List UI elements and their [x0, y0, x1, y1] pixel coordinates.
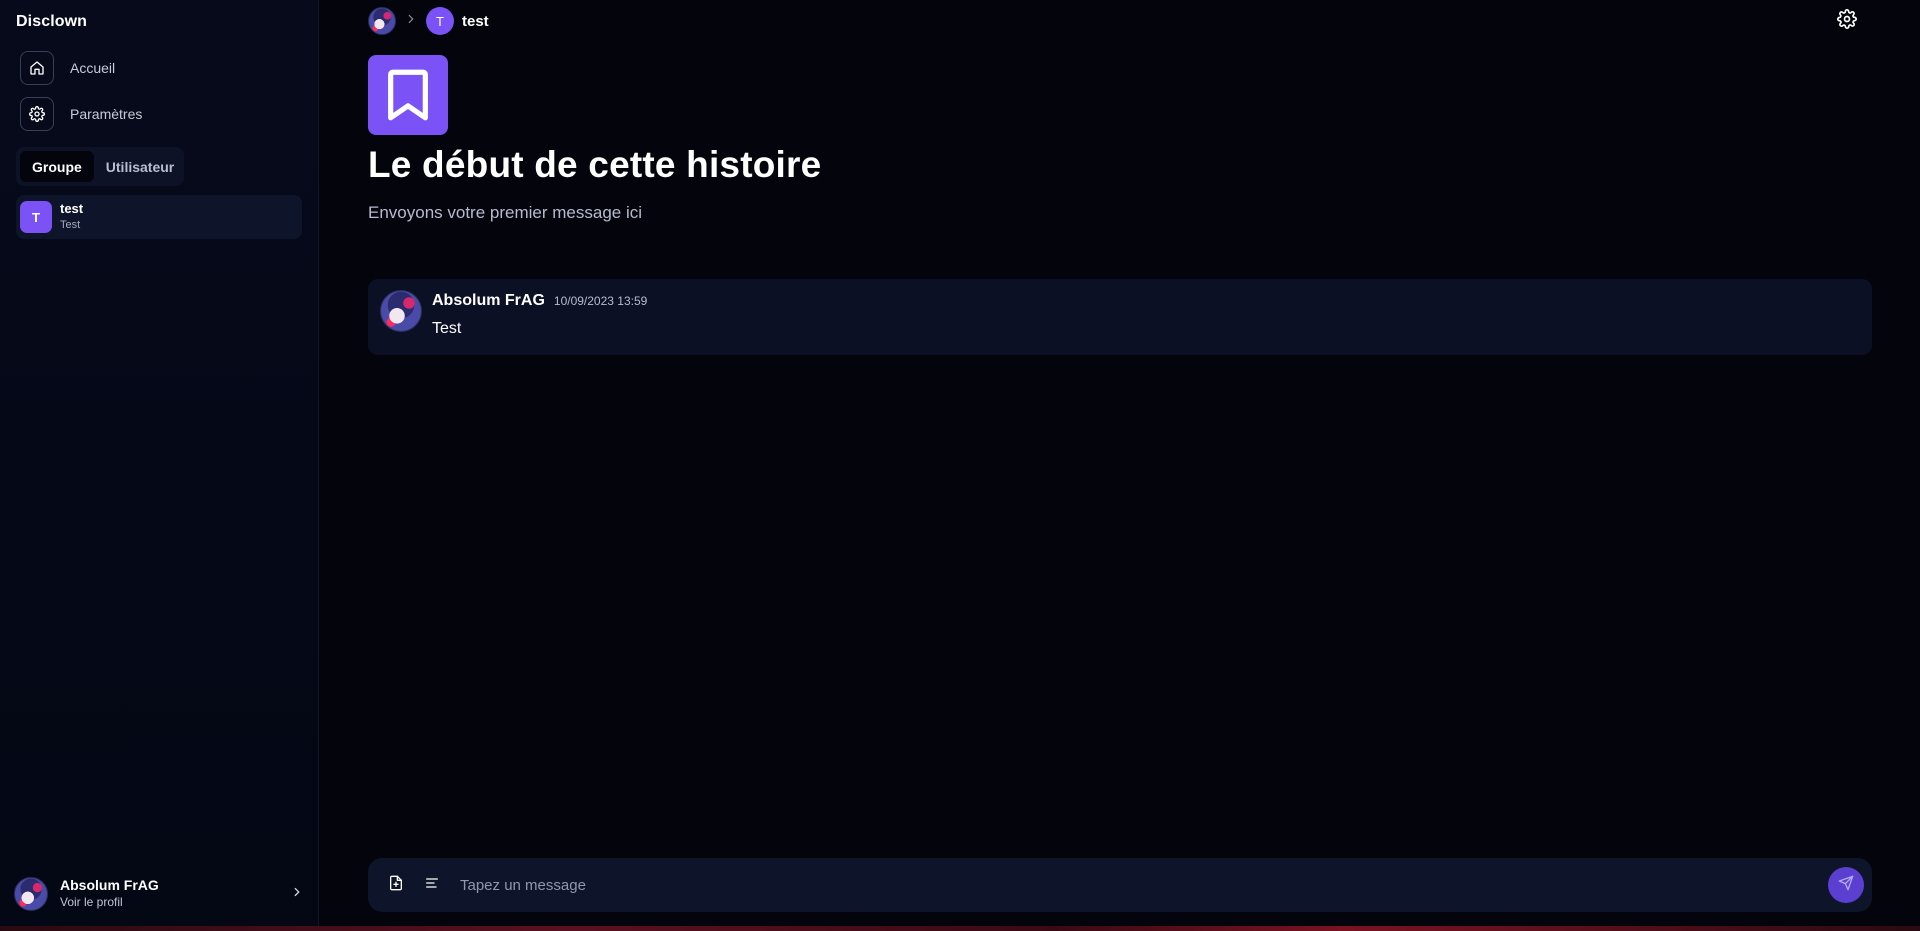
message-text: Test — [432, 320, 462, 337]
conversation-item-test[interactable]: T test Test — [16, 195, 302, 239]
send-button[interactable] — [1828, 867, 1864, 903]
sidebar-item-label: Paramètres — [70, 106, 143, 122]
message-header: Absolum FrAG 10/09/2023 13:59 — [432, 292, 647, 310]
app-root: Disclown Accueil Paramètres Groupe Utili… — [0, 0, 1920, 931]
message-author[interactable]: Absolum FrAG — [432, 292, 545, 310]
message-composer — [368, 858, 1872, 912]
conversation-subtitle: Test — [60, 219, 81, 231]
profile-name: Absolum FrAG — [60, 877, 159, 893]
format-text-button[interactable] — [418, 871, 446, 899]
profile-link[interactable]: Absolum FrAG Voir le profil — [14, 876, 304, 912]
sidebar-item-home[interactable]: Accueil — [20, 51, 115, 85]
message-item: Absolum FrAG 10/09/2023 13:59 Test — [368, 279, 1872, 355]
sidebar-item-settings[interactable]: Paramètres — [20, 97, 142, 131]
file-plus-icon — [388, 875, 404, 896]
sidebar-item-label: Accueil — [70, 60, 116, 76]
page-title: Le début de cette histoire — [368, 144, 822, 185]
message-timestamp: 10/09/2023 13:59 — [553, 294, 648, 308]
conversation-name: test — [60, 201, 84, 216]
tab-groupe[interactable]: Groupe — [20, 151, 94, 182]
breadcrumb: T test — [368, 7, 489, 35]
message-input[interactable] — [458, 875, 1828, 895]
chevron-right-icon — [290, 885, 304, 904]
gear-icon — [1837, 9, 1857, 33]
breadcrumb-avatar[interactable] — [368, 7, 396, 35]
window-bottom-edge — [0, 926, 1920, 931]
page-subtitle: Envoyons votre premier message ici — [368, 203, 643, 222]
conversation-avatar: T — [20, 201, 52, 233]
send-icon — [1838, 875, 1854, 896]
conversation-text: test Test — [60, 201, 83, 233]
channel-settings-button[interactable] — [1837, 9, 1857, 34]
sidebar: Disclown Accueil Paramètres Groupe Utili… — [0, 0, 319, 926]
attach-file-button[interactable] — [382, 871, 410, 899]
bookmark-icon — [368, 55, 448, 135]
conversation-type-tabs: Groupe Utilisateur — [16, 147, 184, 186]
channel-avatar: T — [426, 7, 454, 35]
profile-text: Absolum FrAG Voir le profil — [60, 877, 159, 911]
avatar — [14, 877, 48, 911]
chevron-right-icon — [404, 12, 418, 31]
tab-utilisateur[interactable]: Utilisateur — [94, 151, 186, 182]
text-align-left-icon — [424, 875, 440, 896]
chat-main: T test Le début de cette histoire Envoyo… — [320, 0, 1920, 926]
app-brand: Disclown — [16, 13, 88, 30]
view-profile-label: Voir le profil — [60, 895, 123, 909]
gear-icon — [20, 97, 54, 131]
message-avatar[interactable] — [380, 290, 422, 332]
home-icon — [20, 51, 54, 85]
channel-name: test — [462, 12, 489, 30]
